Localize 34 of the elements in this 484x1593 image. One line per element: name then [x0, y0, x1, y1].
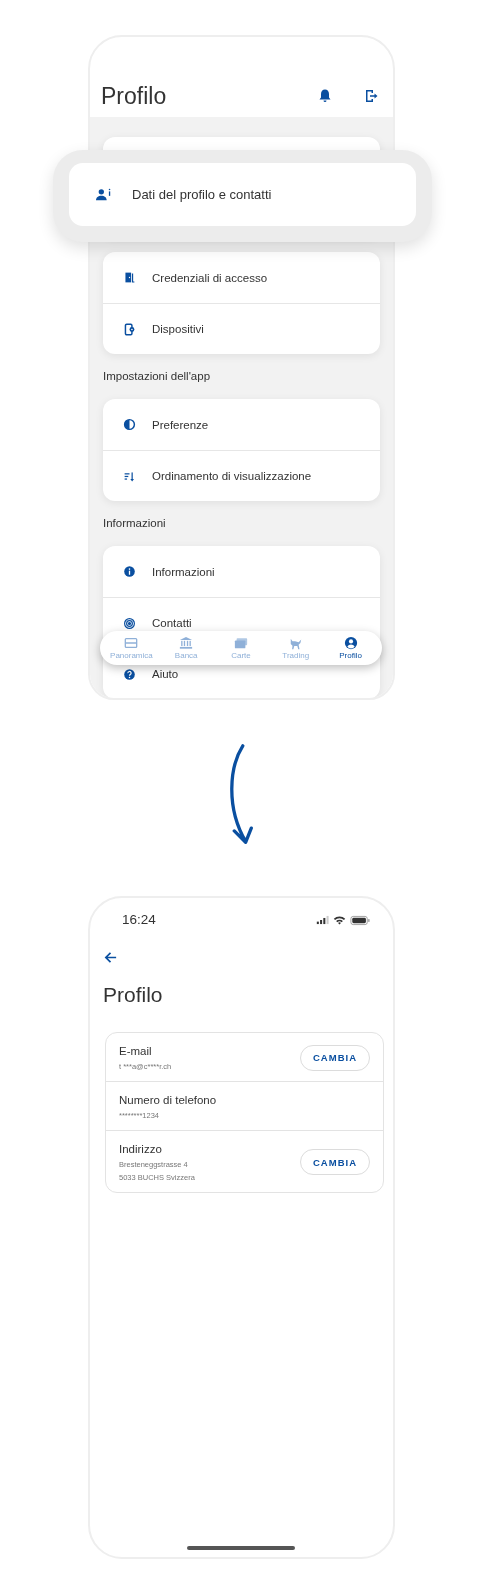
person-info-icon: [96, 188, 112, 201]
page-title: Profilo: [103, 982, 163, 1008]
target-icon: [123, 616, 136, 630]
change-button[interactable]: CAMBIA: [300, 1149, 370, 1175]
page-title: Profilo: [101, 82, 168, 111]
field-label: E-mail: [119, 1044, 153, 1059]
section-heading: Impostazioni dell'app: [103, 369, 212, 384]
menu-item[interactable]: Preferenze: [103, 399, 380, 450]
bank-icon: [179, 636, 194, 650]
signal-icon: [316, 915, 329, 925]
status-time: 16:24: [122, 912, 157, 928]
card-outline-icon: [124, 636, 139, 650]
back-arrow-icon[interactable]: [103, 950, 118, 965]
menu-item[interactable]: Informazioni: [103, 546, 380, 597]
contrast-icon: [123, 418, 136, 431]
info-icon: [123, 565, 136, 578]
menu-item[interactable]: Credenziali di accesso: [103, 252, 380, 303]
field-label: Numero di telefono: [119, 1093, 218, 1108]
help-icon: [123, 667, 136, 681]
cards-icon: [234, 636, 248, 650]
section-heading: Informazioni: [103, 516, 167, 531]
phone-gear-icon: [123, 322, 136, 336]
menu-item[interactable]: Dati del profilo e contatti: [69, 163, 416, 226]
person-icon: [343, 636, 358, 650]
logout-icon[interactable]: [363, 88, 379, 104]
wifi-icon: [333, 915, 346, 925]
door-icon: [123, 271, 136, 284]
change-button[interactable]: CAMBIA: [300, 1044, 370, 1071]
sort-icon: [123, 469, 136, 483]
bell-icon[interactable]: [317, 88, 333, 104]
battery-icon: [350, 914, 370, 926]
menu-item[interactable]: Ordinamento di visualizzazione: [103, 450, 380, 501]
field-label: Indirizzo: [119, 1142, 163, 1157]
menu-item[interactable]: Dispositivi: [103, 303, 380, 354]
